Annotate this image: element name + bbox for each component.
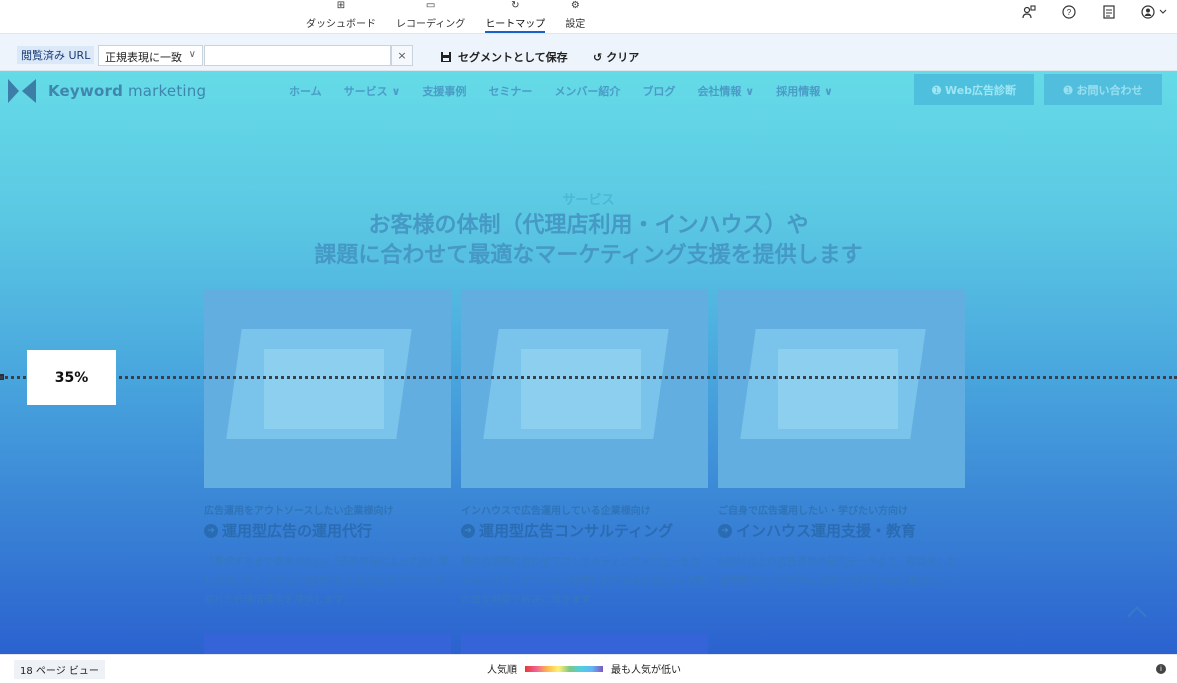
service-card: インハウスで広告運用している企業様向け ➜ 運用型広告コンサルティング 現状の課題… — [461, 289, 708, 610]
site-nav-item: メンバー紹介 — [554, 85, 621, 98]
video-icon: ▭ — [425, 0, 436, 11]
scroll-top-icon — [1128, 603, 1148, 623]
match-mode-select[interactable]: 正規表現に一致 ∨ — [98, 45, 203, 66]
info-icon[interactable]: i — [1156, 664, 1166, 674]
service-card: ご自身で広告運用したい・学びたい方向け ➜ インハウス運用支援・教育 600社以上… — [718, 289, 965, 591]
app-header: ⊞ ダッシュボード ▭ レコーディング ↻ ヒートマップ ⚙ 設定 ? — [0, 0, 1177, 34]
clear-filter-button[interactable]: ↺ クリア — [593, 49, 639, 65]
nav-heatmap[interactable]: ↻ ヒートマップ — [477, 0, 553, 33]
scroll-depth-label: 35% — [27, 350, 116, 405]
users-icon[interactable] — [1021, 4, 1037, 20]
site-nav-item: ホーム — [289, 85, 322, 98]
arrow-circle-icon: ➜ — [204, 523, 218, 538]
save-segment-button[interactable]: セグメントとして保存 — [440, 49, 568, 65]
section-title-line1: お客様の体制（代理店利用・インハウス）や — [368, 213, 809, 238]
filter-type-tag[interactable]: 閲覧済み URL — [17, 46, 95, 64]
service-photo — [718, 289, 965, 488]
gear-icon: ⚙ — [570, 0, 580, 11]
pageview-count: 18 ページ ビュー — [14, 660, 105, 679]
nav-recording[interactable]: ▭ レコーディング — [388, 0, 473, 32]
help-icon[interactable]: ? — [1061, 4, 1077, 20]
account-icon[interactable] — [1141, 4, 1169, 20]
site-nav-item: 採用情報 ∨ — [776, 85, 833, 98]
site-nav-item: 支援事例 — [422, 85, 467, 98]
service-name: ➜ インハウス運用支援・教育 — [718, 520, 965, 541]
service-name-text: 運用型広告の運用代行 — [222, 522, 373, 540]
service-name-text: 運用型広告コンサルティング — [479, 522, 674, 540]
section-kicker: サービス — [562, 193, 615, 208]
nav-heatmap-label: ヒートマップ — [485, 15, 546, 33]
nav-settings[interactable]: ⚙ 設定 — [557, 0, 593, 32]
service-target: 広告運用をアウトソースしたい企業様向け — [204, 506, 394, 517]
section-title-line2: 課題に合わせて最適なマーケティング支援を提供します — [314, 243, 863, 268]
service-card: 広告運用をアウトソースしたい企業様向け ➜ 運用型広告の運用代行 「要求するまで提… — [204, 289, 451, 610]
service-target: ご自身で広告運用したい・学びたい方向け — [718, 506, 908, 517]
clear-filter-label: クリア — [606, 51, 640, 64]
service-desc: 「要求するまで提案がない」「運用担当によって良し悪しが決まる」ではなく仕組み化と… — [204, 557, 449, 606]
undo-icon: ↺ — [593, 50, 603, 64]
match-mode-value: 正規表現に一致 — [105, 51, 182, 64]
nav-settings-label: 設定 — [565, 19, 586, 30]
service-desc: 600社以上の広告運用の研究データより、理論化した運用型広告で圧倒的な成果を出せ… — [718, 557, 958, 587]
scroll-depth-line — [0, 376, 1177, 379]
save-segment-label: セグメントとして保存 — [458, 51, 568, 64]
site-nav-item: セミナー — [488, 85, 533, 98]
service-target: インハウスで広告運用している企業様向け — [461, 506, 651, 517]
nav-recording-label: レコーディング — [396, 19, 466, 30]
logo-text-rest: marketing — [123, 82, 207, 100]
site-nav-item: ブログ — [642, 85, 676, 98]
site-contact-button: ➊ お問い合わせ — [1044, 74, 1162, 105]
logo-text-bold: Keyword — [48, 82, 124, 100]
heat-legend: 人気順 最も人気が低い — [487, 661, 681, 676]
url-input[interactable] — [204, 45, 391, 66]
service-photo — [204, 289, 451, 488]
next-section-photo — [461, 634, 708, 654]
section-title: お客様の体制（代理店利用・インハウス）や 課題に合わせて最適なマーケティング支援… — [0, 211, 1177, 271]
heatmap-canvas[interactable]: Keyword marketing ホーム サービス ∨ 支援事例 セミナー メ… — [0, 71, 1177, 654]
site-nav: ホーム サービス ∨ 支援事例 セミナー メンバー紹介 ブログ 会社情報 ∨ 採… — [289, 83, 833, 99]
service-name-text: インハウス運用支援・教育 — [736, 522, 917, 540]
arrow-circle-icon: ➜ — [718, 523, 732, 538]
logo-text: Keyword marketing — [48, 82, 206, 100]
header-actions: ? — [1021, 4, 1169, 20]
logo-mark-icon — [8, 79, 38, 103]
nav-dashboard-label: ダッシュボード — [306, 19, 376, 30]
legend-high-label: 人気順 — [487, 665, 517, 676]
filter-bar: 閲覧済み URL 正規表現に一致 ∨ × セグメントとして保存 ↺ クリア — [0, 34, 1177, 71]
document-icon[interactable] — [1101, 4, 1117, 20]
next-section-photo — [204, 634, 451, 654]
site-nav-item: サービス ∨ — [343, 85, 401, 98]
main-nav: ⊞ ダッシュボード ▭ レコーディング ↻ ヒートマップ ⚙ 設定 — [298, 0, 593, 33]
status-bar: 18 ページ ビュー 人気順 最も人気が低い i — [0, 654, 1177, 683]
service-name: ➜ 運用型広告の運用代行 — [204, 520, 451, 541]
svg-text:?: ? — [1067, 8, 1072, 17]
service-name: ➜ 運用型広告コンサルティング — [461, 520, 708, 541]
chevron-down-icon: ∨ — [188, 49, 196, 60]
site-logo: Keyword marketing — [8, 79, 206, 103]
legend-low-label: 最も人気が低い — [611, 665, 681, 676]
legend-gradient — [525, 665, 603, 672]
dashboard-icon: ⊞ — [336, 0, 346, 11]
service-photo — [461, 289, 708, 488]
site-nav-item: 会社情報 ∨ — [697, 85, 755, 98]
nav-dashboard[interactable]: ⊞ ダッシュボード — [298, 0, 384, 32]
save-icon — [441, 52, 451, 62]
service-desc: 現状の課題に合わせてコンサルティングメニューをカスタマイズ。インハウス運用におけ… — [461, 557, 708, 606]
site-diagnosis-button: ➊ Web広告診断 — [914, 74, 1034, 105]
arrow-circle-icon: ➜ — [461, 523, 475, 538]
heatmap-icon: ↻ — [511, 0, 520, 11]
clear-input-button[interactable]: × — [391, 45, 413, 66]
